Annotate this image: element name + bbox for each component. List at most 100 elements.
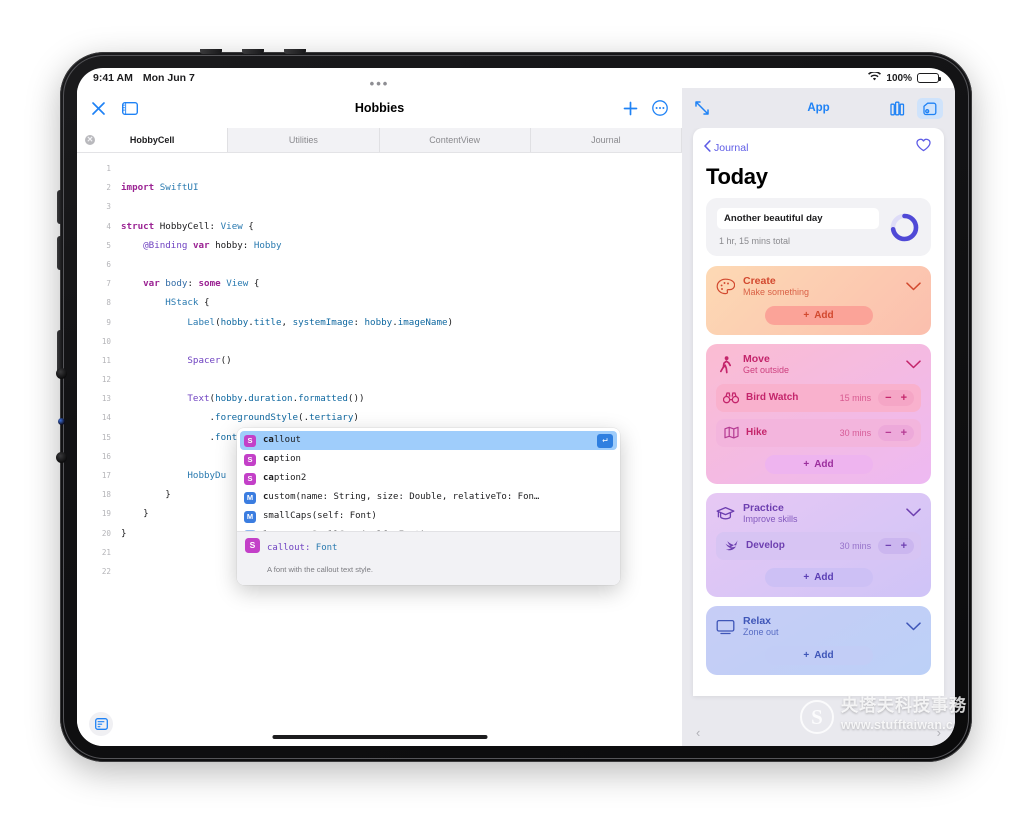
hobby-row[interactable]: Develop 30 mins − + [716,531,921,560]
pager-next-icon[interactable]: › [937,725,941,740]
page-title: Hobbies [354,101,405,115]
plus-icon[interactable] [623,101,638,116]
chevron-down-icon[interactable] [906,356,921,374]
autocomplete-item[interactable]: M lowercaseSmallCaps(self: Font) [237,526,620,531]
plus-icon[interactable]: + [901,540,907,552]
autocomplete-item[interactable]: S callout ↵ [240,431,617,450]
status-bar: 9:41 AM Mon Jun 7 100% [77,68,955,88]
code-text-area[interactable]: 1 2 import SwiftUI 3 4 struct HobbyCell: V… [77,153,682,702]
heart-icon[interactable] [916,138,931,157]
code-line: HobbyDu [187,470,227,481]
editor-toolbar: Hobbies ••• [77,76,682,128]
add-hobby-button[interactable]: + Add [764,454,873,474]
code-row: 4 struct HobbyCell: View { [77,217,682,236]
autocomplete-item[interactable]: S caption2 [237,469,620,488]
journal-entry-input[interactable]: Another beautiful day [717,208,879,229]
autocomplete-item[interactable]: M custom(name: String, size: Double, rel… [237,488,620,507]
minus-icon[interactable]: − [885,392,891,404]
code-line: HStack { [165,297,210,309]
palette-icon [716,277,735,296]
tab-label: ContentView [429,135,481,145]
line-number: 15 [101,432,111,442]
app-heading: Today [706,164,768,189]
hobby-duration: 30 mins [839,540,872,551]
category-subtitle: Get outside [743,365,790,376]
add-hobby-button[interactable]: + Add [764,306,873,326]
symbol-kind-badge: S [244,472,256,485]
duration-stepper[interactable]: − + [878,537,914,554]
category-card-relax[interactable]: Relax Zone out + Add [706,605,931,676]
autocomplete-item[interactable]: M smallCaps(self: Font) [237,507,620,526]
plus-icon[interactable]: + [901,427,907,439]
battery-icon [917,72,941,84]
add-hobby-button[interactable]: + Add [764,567,873,587]
editor-tab-bar: ✕ HobbyCell Utilities ContentView Journa… [77,128,682,153]
line-number: 19 [101,509,111,519]
hobby-row[interactable]: Hike 30 mins − + [716,418,921,447]
sidebar-toggle-icon[interactable] [122,101,138,115]
books-icon[interactable] [885,98,911,119]
line-number: 10 [101,336,111,346]
window-dots-menu[interactable]: ••• [370,76,390,91]
map-icon [723,425,739,441]
chevron-down-icon[interactable] [906,278,921,296]
side-speaker-hole [56,368,67,379]
code-row: 10 [77,332,682,351]
ipad-screen: 9:41 AM Mon Jun 7 100% Hobbies ••• ✕ Hob… [77,68,955,746]
line-number: 5 [106,240,111,250]
home-indicator [272,735,487,739]
editor-bottom-bar [77,702,682,746]
minus-icon[interactable]: − [885,540,891,552]
line-number: 14 [101,413,111,423]
volume-up-button[interactable] [57,190,62,224]
expand-arrows-icon[interactable] [694,100,710,116]
code-line: .foregroundStyle(.tertiary) [121,412,359,424]
plus-icon: + [803,571,810,583]
hobby-duration: 30 mins [839,427,872,438]
chevron-down-icon[interactable] [906,504,921,522]
tab-utilities[interactable]: Utilities [228,128,380,152]
plus-icon[interactable]: + [901,392,907,404]
tab-hobbycell[interactable]: ✕ HobbyCell [77,128,229,152]
category-name: Create [743,275,776,287]
ellipsis-circle-icon[interactable] [652,100,668,116]
tab-contentview[interactable]: ContentView [379,128,531,152]
autocomplete-list: S callout ↵ S caption S caption2 M custo… [237,428,620,531]
back-button[interactable]: Journal [704,140,748,155]
code-editor-pane: Hobbies ••• ✕ HobbyCell Utilities Conten… [77,76,682,746]
device-preview-icon[interactable] [917,97,943,119]
autocomplete-item[interactable]: S caption [237,450,620,469]
chevron-down-icon[interactable] [906,618,921,636]
symbol-kind-badge: M [244,510,256,523]
autocomplete-popup[interactable]: S callout ↵ S caption S caption2 M custo… [237,428,620,586]
app-preview-frame: Journal Today Another beautiful day 1 hr… [693,128,944,696]
autocomplete-label: smallCaps(self: Font) [263,510,377,521]
document-outline-icon[interactable] [89,712,113,736]
side-speaker-hole [56,452,67,463]
close-icon[interactable] [91,101,106,116]
line-number: 12 [101,375,111,385]
return-key-icon[interactable]: ↵ [597,433,613,448]
add-hobby-button[interactable]: + Add [764,646,873,666]
line-number: 1 [106,164,111,173]
add-label: Add [814,650,834,662]
symbol-kind-badge: S [245,538,260,553]
tab-label: HobbyCell [129,135,175,145]
code-row: 13 Text(hobby.duration.formatted()) [77,389,682,408]
duration-stepper[interactable]: − + [878,389,914,406]
category-card-practice[interactable]: Practice Improve skills Develop 30 mins … [706,492,931,597]
category-subtitle: Make something [743,287,810,298]
tab-close-icon[interactable]: ✕ [85,135,95,145]
pager-prev-icon[interactable]: ‹ [696,725,700,740]
category-card-create[interactable]: Create Make something + Add [706,266,931,336]
category-card-move[interactable]: Move Get outside Bird Watch 15 mins − + … [706,344,931,484]
minus-icon[interactable]: − [885,427,891,439]
tab-journal[interactable]: Journal [530,128,682,152]
code-line: } [121,489,171,501]
volume-down-button[interactable] [57,236,62,270]
back-label: Journal [714,141,749,154]
duration-stepper[interactable]: − + [878,424,914,441]
tv-icon [716,617,735,636]
hobby-row[interactable]: Bird Watch 15 mins − + [716,383,921,412]
progress-ring [889,212,920,243]
